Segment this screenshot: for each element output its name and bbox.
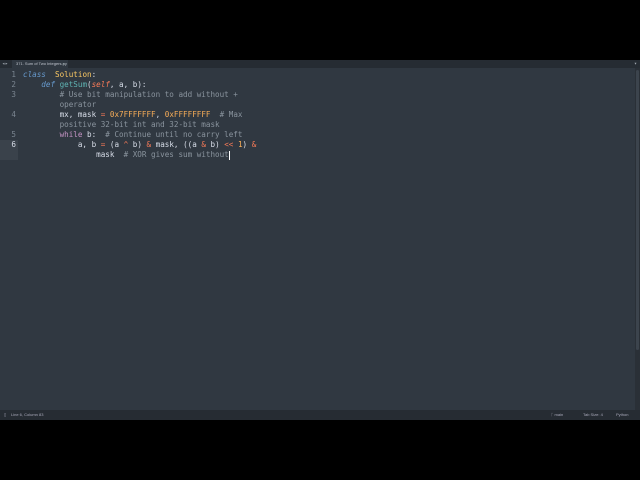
code-token: getSum [59, 80, 88, 89]
branch-label: main [554, 412, 564, 417]
code-token: # Continue until no carry left [105, 130, 243, 139]
code-line[interactable]: positive 32-bit int and 32-bit mask [23, 120, 256, 130]
line-number-gutter: 123 4 56 [0, 70, 18, 160]
tab-size[interactable]: Tab Size: 4 [583, 410, 603, 420]
code-area[interactable]: class Solution: def getSum(self, a, b): … [23, 70, 256, 160]
code-token: ) [242, 140, 252, 149]
code-token: 0xFFFFFFFF [164, 110, 211, 119]
tab-bar: ◂▸ 371. Sum of Two Integers.py × ▾ [0, 60, 640, 68]
code-editor[interactable]: 123 4 56 class Solution: def getSum(self, … [0, 68, 634, 410]
tab-close-icon[interactable]: × [63, 60, 65, 68]
code-token: mask, ((a [151, 140, 202, 149]
line-number [0, 150, 18, 160]
line-number: 6 [0, 140, 18, 150]
code-line[interactable]: class Solution: [23, 70, 256, 80]
code-token: & [251, 140, 257, 149]
line-number [0, 100, 18, 110]
code-token: Solution [55, 70, 92, 79]
line-number [0, 120, 18, 130]
line-number: 1 [11, 70, 16, 79]
code-token: mx, mask [23, 110, 101, 119]
scrollbar-thumb[interactable] [636, 70, 639, 350]
code-line[interactable]: def getSum(self, a, b): [23, 80, 256, 90]
git-branch[interactable]: ᚴ main [551, 410, 563, 420]
vertical-scrollbar[interactable] [635, 68, 640, 410]
syntax-mode[interactable]: Python [616, 410, 628, 420]
code-token: (a [105, 140, 124, 149]
cursor-position[interactable]: Line 6, Column 83 [11, 410, 43, 420]
code-token: # Use bit manipulation to add without + [59, 90, 238, 99]
code-token: operator [59, 100, 97, 109]
code-token: : [91, 70, 97, 79]
code-token: b) [205, 140, 225, 149]
code-token: 0x7FFFFFFF [109, 110, 156, 119]
line-number: 4 [11, 110, 16, 119]
panel-toggle-icon[interactable]: ▯ [4, 410, 6, 420]
line-number: 2 [11, 80, 16, 89]
code-token: # XOR gives sum without [123, 150, 229, 159]
code-line[interactable]: operator [23, 100, 256, 110]
tab-file[interactable]: 371. Sum of Two Integers.py × [12, 60, 68, 68]
tab-title: 371. Sum of Two Integers.py [16, 61, 67, 66]
tabs-menu-icon[interactable]: ▾ [634, 60, 637, 68]
line-number: 3 [11, 90, 16, 99]
code-token: positive 32-bit int and 32-bit mask [59, 120, 220, 129]
editor-window: ◂▸ 371. Sum of Two Integers.py × ▾ 123 4 5… [0, 60, 640, 420]
code-token: a, b [23, 140, 101, 149]
text-cursor [228, 150, 230, 160]
code-token: self [91, 80, 110, 89]
code-line[interactable]: mask # XOR gives sum without [23, 150, 256, 160]
tab-nav-arrows-icon[interactable]: ◂▸ [2, 60, 8, 68]
code-token: b: [82, 130, 106, 139]
code-token: def [41, 80, 56, 89]
code-token: # Max [219, 110, 243, 119]
code-token: b) [128, 140, 147, 149]
code-token: class [23, 70, 46, 79]
code-token: while [59, 130, 83, 139]
code-token: , a, b): [109, 80, 147, 89]
code-token: , [155, 110, 165, 119]
code-line[interactable]: # Use bit manipulation to add without + [23, 90, 256, 100]
line-number: 5 [11, 130, 16, 139]
status-bar: ▯ Line 6, Column 83 ᚴ main Tab Size: 4 P… [0, 410, 640, 420]
code-line[interactable]: mx, mask = 0x7FFFFFFF, 0xFFFFFFFF # Max [23, 110, 256, 120]
code-line[interactable]: a, b = (a ^ b) & mask, ((a & b) << 1) & [23, 140, 256, 150]
code-line[interactable]: while b: # Continue until no carry left [23, 130, 256, 140]
code-token: mask [23, 150, 124, 159]
